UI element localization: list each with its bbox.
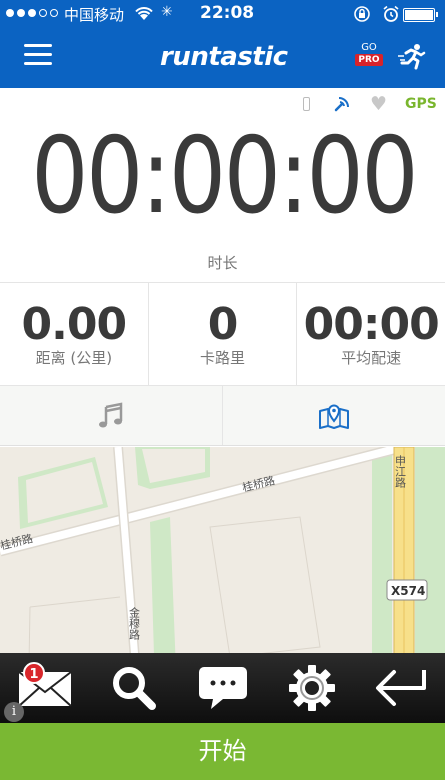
back-button[interactable]	[356, 653, 445, 723]
activity-spinner-icon: ✳	[161, 4, 173, 20]
bottom-toolbar: 1	[0, 653, 445, 723]
stat-label: 距离 (公里)	[35, 349, 113, 367]
unread-badge: 1	[23, 662, 45, 684]
stats-row: 0.00 距离 (公里) 0 卡路里 00:00 平均配速	[0, 282, 445, 386]
duration-label: 时长	[207, 254, 238, 272]
go-pro-top-label: GO	[361, 42, 377, 53]
map-icon	[319, 404, 349, 429]
stat-value: 00:00	[303, 299, 440, 350]
search-button[interactable]	[89, 653, 178, 723]
phone-icon	[303, 97, 310, 111]
route-sign: X574	[391, 584, 425, 598]
settings-button[interactable]	[267, 653, 356, 723]
wifi-icon	[134, 5, 154, 25]
runner-icon[interactable]	[397, 42, 427, 72]
chat-button[interactable]	[178, 653, 267, 723]
stat-value: 0	[207, 299, 239, 350]
clock: 22:08	[200, 3, 255, 23]
stat-distance[interactable]: 0.00 距离 (公里)	[0, 283, 149, 385]
battery-icon	[403, 8, 438, 22]
view-tabs	[0, 386, 445, 446]
stat-label: 平均配速	[341, 349, 402, 367]
stat-calories[interactable]: 0 卡路里	[149, 283, 298, 385]
carrier-name: 中国移动	[64, 6, 125, 24]
info-icon[interactable]: i	[4, 702, 24, 722]
map-label-road: 申江路	[394, 455, 407, 489]
search-icon	[112, 667, 156, 710]
chat-bubble-icon	[198, 667, 247, 709]
rotation-lock-icon	[353, 5, 371, 27]
back-arrow-icon	[375, 670, 426, 706]
music-note-icon	[99, 401, 123, 427]
status-bar: 中国移动 ✳ 22:08	[0, 0, 445, 28]
gps-indicator: GPS	[405, 96, 437, 112]
start-button[interactable]: 开始	[0, 723, 445, 780]
app-bar: runtastic GO PRO	[0, 28, 445, 88]
stat-pace[interactable]: 00:00 平均配速	[297, 283, 445, 385]
go-pro-button[interactable]: GO PRO	[355, 42, 383, 66]
signal-strength-icon	[6, 9, 58, 17]
hamburger-menu-icon[interactable]	[24, 44, 52, 66]
tab-music[interactable]	[0, 386, 223, 445]
gear-icon	[288, 665, 335, 711]
map-label-road: 金穆路	[128, 606, 141, 641]
stat-label: 卡路里	[200, 349, 246, 367]
stat-value: 0.00	[21, 299, 128, 350]
go-pro-badge: PRO	[355, 54, 383, 66]
app-screen: 中国移动 ✳ 22:08 runtastic GO PRO ♥ GPS 00:0…	[0, 0, 445, 780]
sensor-indicators: ♥ GPS	[296, 93, 441, 116]
heart-icon: ♥	[370, 93, 388, 115]
tab-map[interactable]	[223, 386, 445, 445]
duration-timer: 00:00:00	[31, 115, 418, 237]
alarm-icon	[382, 5, 400, 27]
app-logo: runtastic	[160, 42, 288, 72]
